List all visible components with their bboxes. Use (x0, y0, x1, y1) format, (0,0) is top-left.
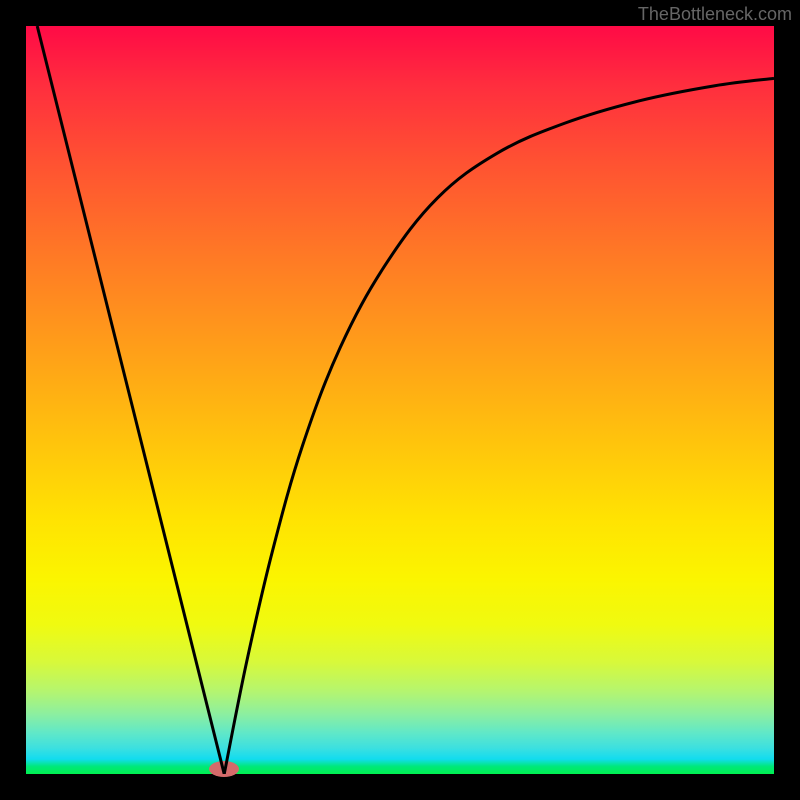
left-branch-curve (37, 26, 224, 774)
plot-area (26, 26, 774, 774)
curve-layer (26, 26, 774, 774)
right-branch-curve (224, 78, 774, 774)
watermark-text: TheBottleneck.com (638, 4, 792, 25)
